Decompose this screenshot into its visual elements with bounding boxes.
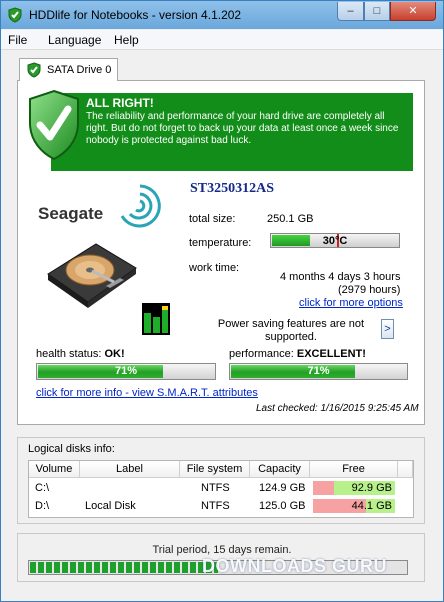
hard-drive-icon	[47, 243, 137, 308]
column-file-system[interactable]: File system	[180, 461, 250, 478]
column-label[interactable]: Label	[80, 461, 180, 478]
health-bar: 71%	[36, 363, 216, 380]
work-time-value: 4 months 4 days 3 hours	[280, 271, 401, 283]
row-free: 44.1 GB	[351, 500, 392, 512]
temperature-label: temperature:	[189, 237, 252, 249]
shield-check-icon	[29, 89, 79, 161]
trial-progress-fill	[30, 562, 218, 573]
row-free: 92.9 GB	[351, 482, 392, 494]
row-file-system: NTFS	[201, 482, 230, 494]
performance-value: EXCELLENT!	[296, 348, 366, 360]
column-capacity[interactable]: Capacity	[250, 461, 310, 478]
trial-text: Trial period, 15 days remain.	[152, 544, 292, 556]
drive-model: ST3250312AS	[190, 181, 275, 196]
smart-attributes-link[interactable]: click for more info - view S.M.A.R.T. at…	[36, 387, 258, 399]
performance-bar: 71%	[229, 363, 408, 380]
banner-title: ALL RIGHT!	[86, 96, 154, 110]
tab-sata-drive-0[interactable]: SATA Drive 0	[19, 58, 118, 81]
minimize-button[interactable]: –	[337, 2, 364, 21]
total-size-label: total size:	[189, 213, 236, 225]
title-bar[interactable]: HDDlife for Notebooks - version 4.1.202 …	[1, 1, 443, 29]
column-free[interactable]: Free	[310, 461, 398, 478]
row-capacity: 124.9 GB	[259, 482, 306, 494]
maximize-button[interactable]: □	[364, 2, 390, 21]
work-time-hours: (2979 hours)	[338, 284, 401, 296]
tab-label: SATA Drive 0	[47, 64, 112, 76]
total-size-value: 250.1 GB	[267, 213, 314, 225]
menu-file[interactable]: File	[8, 33, 27, 47]
window-title: HDDlife for Notebooks - version 4.1.202	[29, 8, 242, 22]
status-bars-icon	[142, 303, 170, 335]
close-button[interactable]: ✕	[390, 2, 436, 21]
performance-label-text: performance:	[229, 348, 294, 360]
temperature-bar: 30°C	[270, 233, 400, 248]
logical-disks-title: Logical disks info:	[28, 443, 115, 455]
row-capacity: 125.0 GB	[259, 500, 306, 512]
seagate-logo-icon	[120, 184, 161, 228]
work-time-label: work time:	[189, 262, 240, 274]
expand-arrow-button[interactable]: >	[381, 319, 394, 339]
column-filler	[398, 461, 413, 478]
menu-language[interactable]: Language	[48, 33, 101, 47]
shield-check-icon	[27, 62, 41, 78]
performance-label: performance: EXCELLENT!	[229, 348, 366, 360]
seagate-logo-text: Seagate	[38, 204, 104, 223]
column-volume[interactable]: Volume	[29, 461, 80, 478]
logical-disks-table[interactable]: Volume Label File system Capacity Free C…	[28, 460, 414, 518]
free-space-bar: 44.1 GB	[313, 499, 395, 513]
menu-help[interactable]: Help	[114, 33, 139, 47]
health-label: health status: OK!	[36, 348, 125, 360]
banner-text: The reliability and performance of your …	[86, 111, 399, 146]
row-label: Local Disk	[85, 500, 136, 512]
health-label-text: health status:	[36, 348, 102, 360]
last-checked: Last checked: 1/16/2015 9:25:45 AM	[256, 403, 419, 414]
free-space-bar: 92.9 GB	[313, 481, 395, 495]
row-file-system: NTFS	[201, 500, 230, 512]
power-saving-text: Power saving features are not supported.	[217, 318, 365, 343]
health-percent: 71%	[114, 365, 138, 377]
row-volume: C:\	[35, 482, 50, 494]
app-icon	[8, 7, 22, 23]
temperature-value: 30°C	[322, 235, 348, 247]
more-options-link[interactable]: click for more options	[299, 297, 403, 309]
menu-bar: File Language Help	[1, 30, 443, 50]
health-value: OK!	[104, 348, 125, 360]
row-volume: D:\	[35, 500, 50, 512]
performance-percent: 71%	[307, 365, 330, 377]
watermark: DOWNLOADS GURU	[202, 556, 387, 576]
